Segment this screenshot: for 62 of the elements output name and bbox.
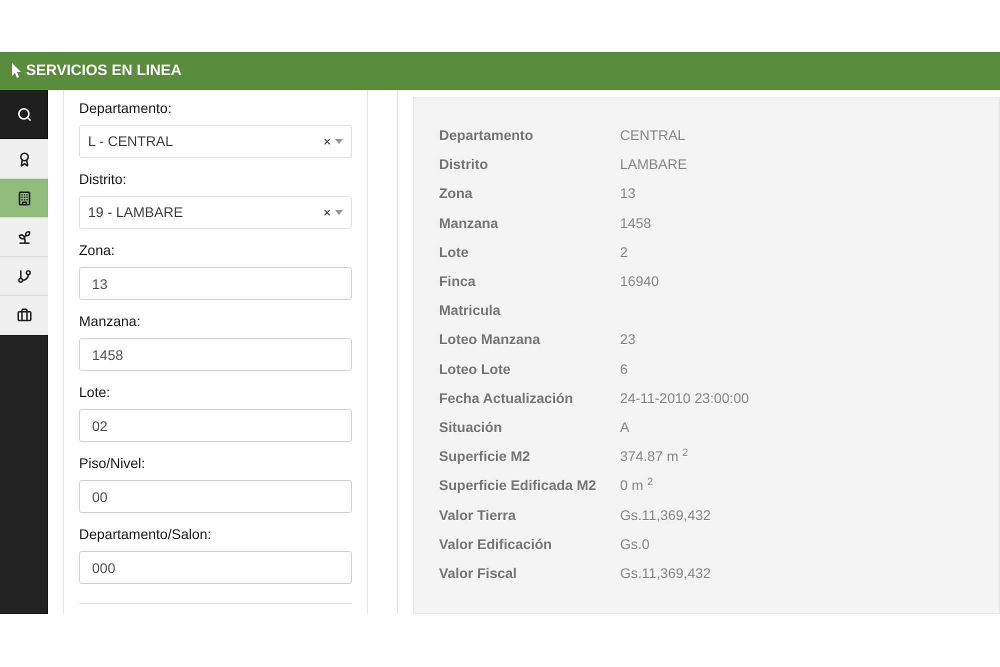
select-field[interactable]: 19 - LAMBARE × [79, 196, 352, 229]
briefcase-icon [16, 308, 32, 322]
detail-value: 23 [620, 330, 636, 350]
detail-label: Situación [439, 418, 504, 437]
input-field[interactable]: 02 [79, 409, 352, 442]
detail-label: Superficie Edificada M2 [439, 476, 598, 496]
field-label: Zona: [79, 241, 116, 260]
field-label: Departamento: [79, 99, 173, 118]
detail-label: Lote [439, 242, 470, 262]
search-icon [16, 107, 32, 122]
input-field[interactable]: 00 [79, 480, 352, 513]
field-label: Distrito: [79, 170, 128, 189]
detail-label: Zona [439, 184, 474, 204]
input-field[interactable]: 13 [79, 267, 352, 300]
detail-label: Superficie M2 [439, 447, 532, 466]
select-field[interactable]: L - CENTRAL × [79, 125, 352, 158]
branch-icon [16, 268, 32, 284]
detail-value: 2 [620, 242, 628, 262]
detail-label: Valor Fiscal [439, 564, 518, 583]
detail-value: CENTRAL [620, 126, 686, 146]
detail-value: 13 [620, 184, 636, 204]
detail-label: Fecha Actualización [439, 388, 574, 408]
detail-label: Distrito [439, 155, 489, 174]
detail-value: 374.87 m $^{2}$ [620, 446, 688, 466]
sidebar-item[interactable] [0, 296, 48, 335]
detail-value: A [620, 418, 630, 437]
field-label: Piso/Nivel: [79, 454, 146, 473]
clear-icon[interactable]: × [323, 132, 331, 152]
caret-icon [335, 139, 343, 144]
detail-value: 16940 [620, 272, 659, 292]
detail-label: Valor Edificación [439, 534, 553, 554]
detail-label: Departamento [439, 126, 534, 146]
detail-label: Finca [439, 272, 477, 292]
detail-value: 6 [620, 360, 628, 379]
sidebar-item[interactable] [0, 218, 48, 257]
detail-value: LAMBARE [620, 155, 687, 174]
detail-value: Gs.0 [620, 534, 650, 554]
plant-icon [16, 230, 32, 244]
detail-label: Loteo Lote [439, 360, 512, 379]
input-field[interactable]: 1458 [79, 338, 352, 371]
field-label: Departamento/Salon: [79, 525, 212, 544]
detail-value: 0 m $^{2}$ [620, 475, 654, 496]
sidebar-item[interactable] [0, 179, 48, 218]
field-label: Manzana: [79, 312, 142, 331]
detail-value: 24-11-2010 23:00:00 [620, 388, 749, 408]
detail-value: Gs.11,369,432 [620, 506, 711, 525]
field-label: Lote: [79, 383, 112, 402]
sidebar-item[interactable] [0, 140, 48, 179]
detail-label: Manzana [439, 214, 500, 233]
sidebar-item[interactable] [0, 90, 48, 140]
detail-value: 1458 [620, 214, 652, 233]
detail-label: Matricula [439, 301, 502, 320]
clear-icon[interactable]: × [323, 202, 331, 222]
detail-value: Gs.11,369,432 [620, 564, 711, 583]
caret-icon [335, 210, 343, 215]
building-icon [16, 190, 32, 206]
cursor-icon [12, 63, 22, 79]
sidebar-item[interactable] [0, 257, 48, 296]
detail-label: Valor Tierra [439, 506, 517, 525]
header-title: SERVICIOS EN LINEA [26, 60, 182, 81]
detail-label: Loteo Manzana [439, 330, 542, 350]
input-field[interactable]: 000 [79, 551, 352, 584]
